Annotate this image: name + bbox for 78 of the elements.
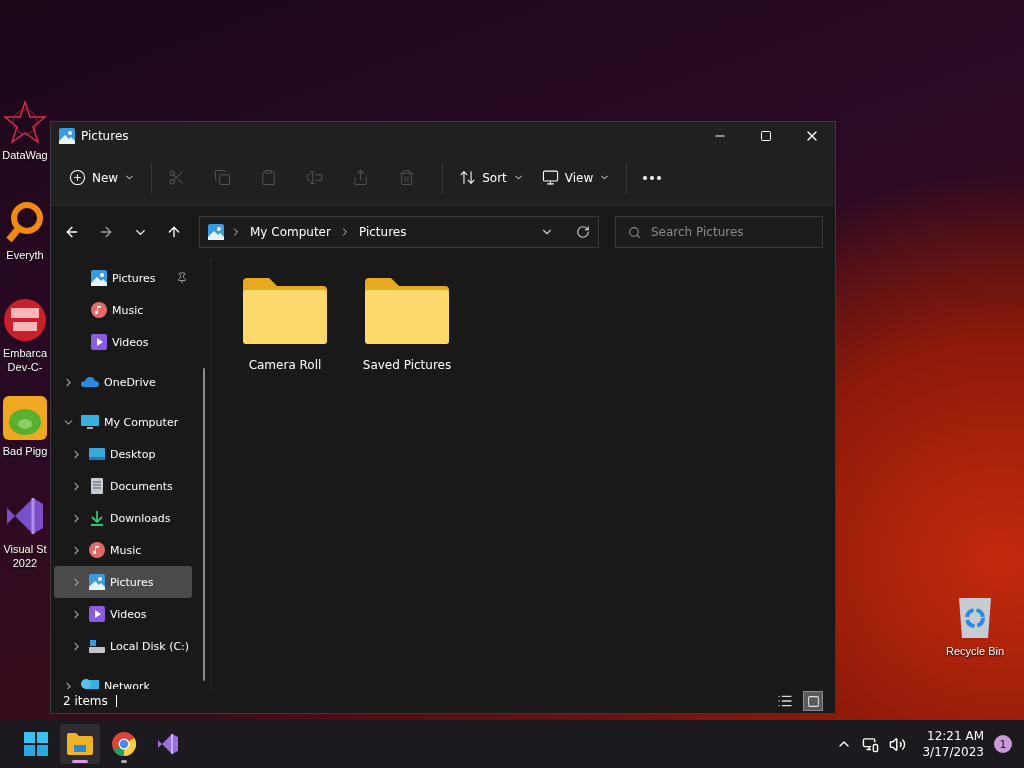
square-icon: [806, 694, 820, 708]
rename-icon: [306, 169, 324, 186]
copy-icon: [214, 169, 232, 186]
download-icon: [89, 510, 105, 526]
nav-item[interactable]: Pictures: [54, 262, 192, 294]
cut-icon: [168, 169, 186, 186]
window-title: Pictures: [81, 129, 130, 143]
folder-icon: [243, 278, 327, 344]
nav-item[interactable]: Documents: [54, 470, 192, 502]
disk-icon: [89, 638, 105, 654]
sort-icon: [459, 169, 477, 186]
search-icon: [628, 225, 641, 239]
breadcrumb[interactable]: My Computer: [248, 225, 333, 239]
folder-icon: [365, 278, 449, 344]
picture-icon: [89, 574, 105, 590]
maximize-icon: [760, 130, 772, 142]
address-bar[interactable]: My Computer Pictures: [199, 216, 599, 248]
desktop-icon: [89, 446, 105, 462]
sort-button[interactable]: Sort: [451, 160, 532, 195]
music-icon: [91, 302, 107, 318]
arrow-right-icon: [98, 224, 114, 240]
tiles-view-button[interactable]: [803, 691, 823, 711]
search-field[interactable]: Search Pictures: [649, 224, 822, 240]
taskbar-app[interactable]: [60, 724, 100, 764]
more-icon: [643, 175, 662, 180]
folder-tile[interactable]: Camera Roll: [231, 272, 339, 372]
video-icon: [91, 334, 107, 350]
clock[interactable]: 12:21 AM 3/17/2023: [922, 728, 984, 760]
desktop-icon-label: Bad Pigg: [1, 444, 49, 458]
nav-item[interactable]: Videos: [54, 326, 192, 358]
cloud-icon: [81, 374, 99, 390]
nav-item[interactable]: Videos: [54, 598, 192, 630]
video-icon: [89, 606, 105, 622]
share-icon: [352, 169, 370, 186]
list-icon: [777, 693, 793, 709]
browser-logo-icon: [112, 732, 136, 756]
picture-icon: [208, 224, 224, 240]
desktop-icon-label: Visual St 2022: [2, 542, 48, 570]
refresh-icon: [576, 225, 590, 239]
nav-item[interactable]: Music: [54, 534, 192, 566]
nav-item[interactable]: Pictures: [54, 566, 192, 598]
game-icon: [3, 396, 47, 440]
vs-logo-icon: [156, 732, 180, 756]
search-box[interactable]: Search Pictures: [615, 216, 823, 248]
dev-logo-icon: [3, 298, 47, 342]
nav-item[interactable]: OneDrive: [54, 366, 192, 398]
item-count: 2 items: [63, 694, 108, 708]
folder-tile[interactable]: Saved Pictures: [353, 272, 461, 372]
notification-badge[interactable]: 1: [994, 735, 1012, 753]
picture-icon: [59, 128, 75, 144]
desktop-icon-label: DataWag: [1, 148, 49, 162]
nav-item[interactable]: Network: [54, 670, 192, 689]
nav-item[interactable]: Music: [54, 294, 192, 326]
desktop-icon-label: Everyth: [5, 248, 45, 262]
star-logo-icon: [3, 100, 47, 144]
desktop-icon-label: Recycle Bin: [944, 644, 1006, 658]
paste-icon: [260, 169, 278, 186]
new-button[interactable]: New: [61, 160, 144, 195]
nav-item[interactable]: My Computer: [54, 406, 192, 438]
plus-icon: [69, 169, 86, 186]
picture-icon: [91, 270, 107, 286]
breadcrumb[interactable]: Pictures: [356, 225, 409, 239]
nav-item[interactable]: Local Disk (C:): [54, 630, 192, 662]
delete-icon: [398, 169, 416, 186]
view-button[interactable]: View: [533, 160, 619, 195]
windows-logo-icon: [24, 732, 48, 756]
speaker-icon: [889, 735, 907, 753]
document-icon: [89, 478, 105, 494]
nav-item[interactable]: Downloads: [54, 502, 192, 534]
desktop-icon-label: Embarca Dev-C-: [2, 346, 48, 374]
monitor-icon: [81, 414, 99, 430]
recycle-bin-icon: [957, 596, 993, 640]
nav-item[interactable]: Desktop: [54, 438, 192, 470]
monitor-icon: [541, 169, 559, 186]
network-icon: [862, 735, 880, 753]
arrow-left-icon: [64, 224, 80, 240]
music-icon: [89, 542, 105, 558]
folder-icon: [67, 733, 93, 755]
